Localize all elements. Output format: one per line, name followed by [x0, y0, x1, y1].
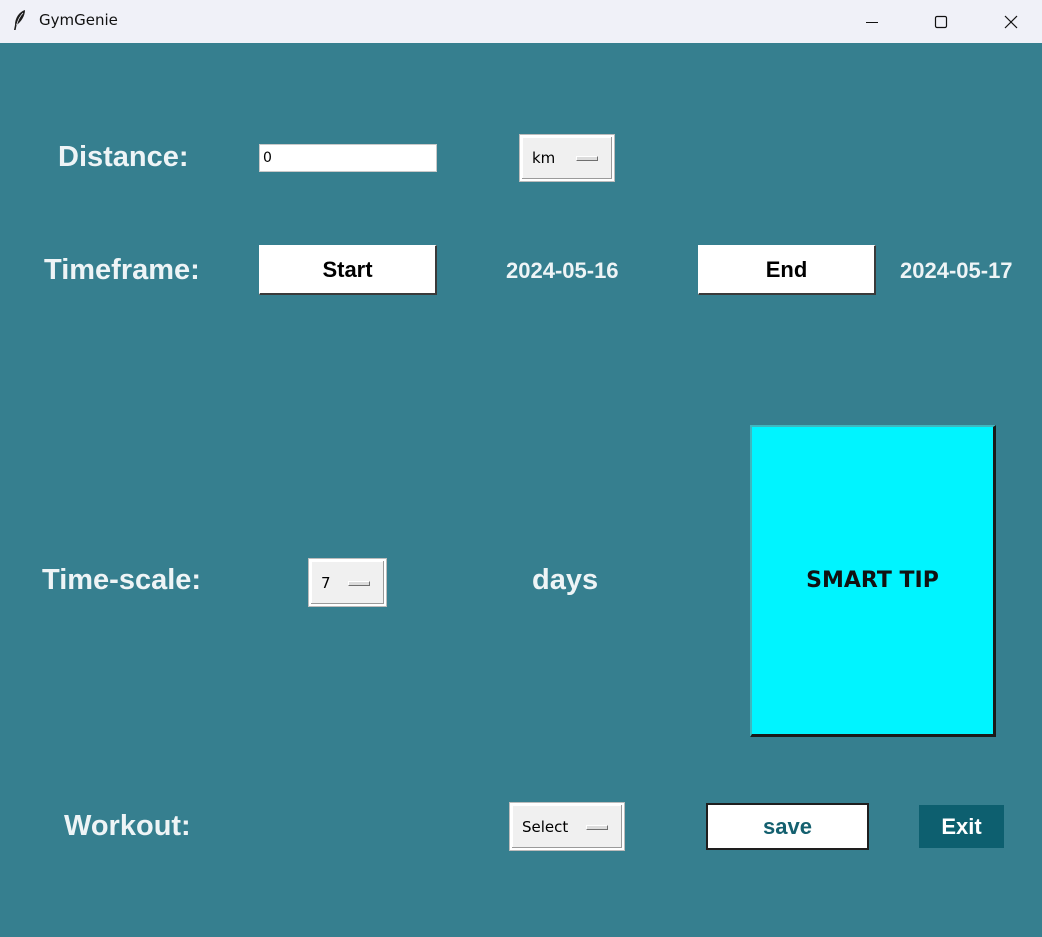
timescale-label: Time-scale: [42, 564, 202, 596]
end-date-value: 2024-05-17 [900, 258, 1013, 283]
option-menu-indicator [586, 824, 608, 830]
workout-label: Workout: [64, 810, 191, 842]
distance-label: Distance: [58, 141, 189, 173]
close-button[interactable] [976, 0, 1042, 43]
title-bar: GymGenie [0, 0, 1042, 43]
minimize-icon [866, 21, 878, 23]
save-button[interactable]: save [706, 803, 869, 850]
window-title: GymGenie [39, 11, 118, 29]
distance-unit-selected: km [532, 149, 556, 167]
smart-tip-button[interactable]: SMART TIP [750, 425, 996, 737]
minimize-button[interactable] [837, 0, 907, 43]
option-menu-indicator [576, 156, 598, 161]
end-date-button[interactable]: End [698, 245, 876, 295]
close-icon [1004, 15, 1018, 28]
exit-button[interactable]: Exit [919, 805, 1004, 848]
distance-unit-select[interactable]: km [519, 134, 615, 182]
distance-input[interactable] [259, 144, 437, 172]
timescale-select[interactable]: 7 [308, 558, 387, 607]
maximize-icon [934, 15, 948, 28]
timescale-selected: 7 [321, 573, 331, 592]
start-date-value: 2024-05-16 [506, 258, 619, 283]
start-date-button[interactable]: Start [259, 245, 437, 295]
timescale-unit-label: days [532, 564, 599, 596]
app-window: GymGenie Distance: km Timeframe: Start 2… [0, 0, 1042, 937]
timeframe-label: Timeframe: [44, 254, 200, 286]
maximize-button[interactable] [906, 0, 976, 43]
option-menu-indicator [348, 580, 370, 586]
workout-selected: Select [522, 817, 569, 836]
feather-icon [14, 10, 25, 30]
workout-select[interactable]: Select [509, 802, 625, 851]
